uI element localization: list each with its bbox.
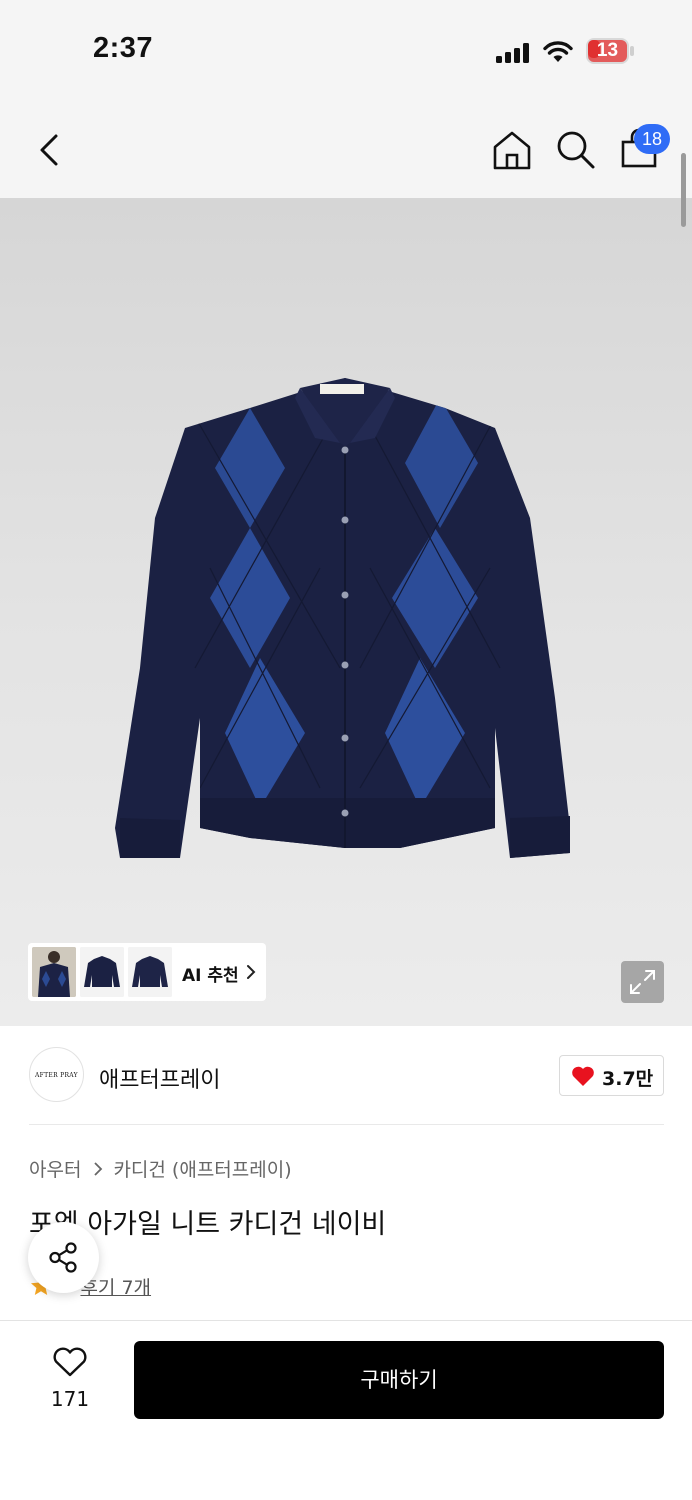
share-icon (49, 1242, 77, 1273)
chevron-right-icon (247, 965, 256, 979)
heart-filled-icon (572, 1066, 594, 1086)
scrollbar[interactable] (681, 153, 686, 227)
cardigan-product-image (115, 378, 570, 858)
status-time: 2:37 (93, 32, 154, 64)
home-icon[interactable] (490, 128, 534, 172)
nav-bar (0, 100, 692, 198)
cellular-signal-icon (496, 43, 529, 63)
chevron-right-icon (94, 1161, 103, 1176)
expand-image-button[interactable] (621, 961, 664, 1003)
wishlist-count: 171 (50, 1387, 90, 1411)
breadcrumb: 아우터 카디건 (애프터프레이) (29, 1155, 292, 1182)
wishlist-button[interactable]: 171 (34, 1342, 106, 1422)
back-icon[interactable] (30, 128, 70, 172)
breadcrumb-category[interactable]: 아우터 (29, 1155, 81, 1182)
brand-name[interactable]: 애프터프레이 (99, 1062, 220, 1094)
buy-button[interactable]: 구매하기 (134, 1341, 664, 1419)
search-icon[interactable] (554, 128, 598, 172)
brand-like-count: 3.7만 (602, 1068, 654, 1090)
model-photo-icon (32, 947, 76, 997)
thumbnail-front[interactable] (80, 947, 124, 997)
cardigan-back-icon (128, 947, 172, 997)
divider (29, 1124, 664, 1125)
battery-icon: 13 (586, 38, 634, 64)
cardigan-front-icon (80, 947, 124, 997)
expand-icon (630, 970, 655, 994)
thumbnail-back[interactable] (128, 947, 172, 997)
wifi-icon (543, 41, 573, 62)
battery-level: 13 (596, 40, 619, 61)
ai-recommend-label: AI 추천 (182, 966, 239, 986)
ai-recommend-strip[interactable]: AI 추천 (28, 943, 266, 1001)
battery-nub (630, 46, 634, 56)
heart-outline-icon (53, 1347, 87, 1377)
brand-like-button[interactable]: 3.7만 (559, 1055, 664, 1096)
status-bar: 2:37 13 (0, 0, 692, 100)
cart-count-badge: 18 (634, 124, 670, 154)
product-image-gallery[interactable]: AI 추천 (0, 198, 692, 1026)
brand-logo[interactable]: AFTER PRAY (29, 1047, 84, 1102)
thumbnail-model[interactable] (32, 947, 76, 997)
breadcrumb-subcategory[interactable]: 카디건 (애프터프레이) (113, 1155, 291, 1182)
share-button[interactable] (28, 1222, 99, 1293)
